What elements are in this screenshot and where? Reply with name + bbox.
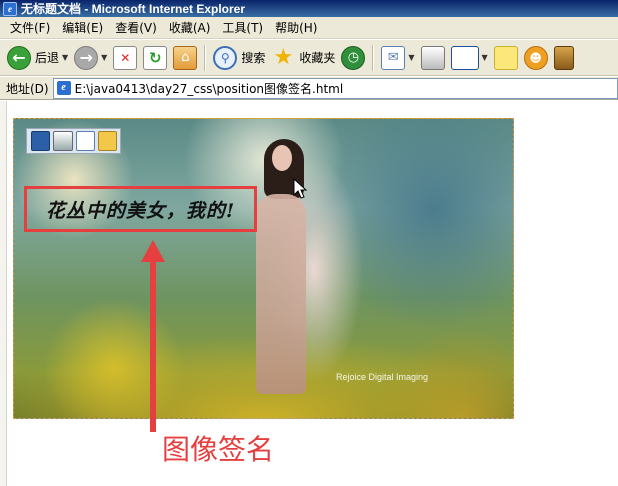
title-bar: e 无标题文档 - Microsoft Internet Explorer (0, 0, 618, 17)
discuss-button[interactable] (491, 43, 521, 73)
home-button[interactable]: ⌂ (170, 43, 200, 73)
menu-view[interactable]: 查看(V) (109, 19, 163, 37)
address-label: 地址(D) (6, 81, 49, 96)
forward-button[interactable]: → ▼ (71, 43, 110, 73)
menu-edit[interactable]: 编辑(E) (56, 19, 109, 37)
stop-icon: ✕ (113, 45, 138, 70)
photo-figure (256, 194, 306, 394)
ie-logo-icon: e (3, 1, 17, 16)
research-icon (553, 45, 574, 70)
note-icon (493, 45, 518, 70)
page-icon: e (56, 81, 71, 95)
back-label: 后退 (35, 51, 60, 65)
search-icon: ⚲ (213, 45, 238, 70)
save-image-icon[interactable] (31, 131, 51, 151)
photo-image: Rejoice Digital Imaging (13, 118, 514, 419)
research-button[interactable] (551, 43, 577, 73)
menu-favorites[interactable]: 收藏(A) (163, 19, 217, 37)
menu-tools[interactable]: 工具(T) (216, 19, 269, 37)
edit-button[interactable]: ▼ (448, 43, 491, 73)
menu-help[interactable]: 帮助(H) (269, 19, 323, 37)
address-url: E:\java0413\day27_css\position图像签名.html (74, 81, 344, 96)
refresh-button[interactable]: ↻ (140, 43, 170, 73)
messenger-icon: ☻ (523, 45, 548, 70)
image-toolbar (26, 128, 121, 154)
history-button[interactable]: ◷ (338, 43, 368, 73)
back-arrow-icon: ← (7, 45, 31, 70)
image-caption-box: 花丛中的美女，我的! (24, 186, 257, 232)
messenger-button[interactable]: ☻ (521, 43, 551, 73)
favorites-button[interactable]: ★ 收藏夹 (268, 43, 338, 73)
mail-dropdown-icon[interactable]: ▼ (408, 53, 414, 62)
annotation-arrow (141, 240, 165, 432)
favorites-label: 收藏夹 (299, 51, 336, 65)
address-input[interactable]: e E:\java0413\day27_css\position图像签名.htm… (52, 77, 618, 99)
history-icon: ◷ (341, 45, 366, 70)
star-icon: ★ (273, 45, 294, 70)
menu-bar: 文件(F) 编辑(E) 查看(V) 收藏(A) 工具(T) 帮助(H) (0, 17, 618, 39)
address-bar: 地址(D) e E:\java0413\day27_css\position图像… (0, 77, 618, 100)
mail-button[interactable]: ✉ ▼ (378, 43, 417, 73)
window-title: 无标题文档 - Microsoft Internet Explorer (21, 2, 246, 16)
search-button[interactable]: ⚲ 搜索 (210, 43, 268, 73)
forward-dropdown-icon[interactable]: ▼ (101, 53, 107, 62)
open-folder-icon[interactable] (97, 131, 117, 151)
search-label: 搜索 (241, 51, 266, 65)
photo-face (272, 145, 292, 171)
toolbar: ← 后退 ▼ → ▼ ✕ ↻ ⌂ ⚲ 搜索 ★ 收藏夹 ◷ ✉ ▼ ▼ ☻ (0, 40, 618, 76)
menu-file[interactable]: 文件(F) (4, 19, 56, 37)
toolbar-separator (204, 44, 207, 71)
page-left-edge (0, 101, 7, 486)
annotation-label: 图像签名 (162, 433, 275, 466)
refresh-icon: ↻ (143, 45, 168, 70)
printer-icon (420, 45, 445, 70)
photo-watermark: Rejoice Digital Imaging (336, 372, 429, 382)
home-icon: ⌂ (173, 45, 198, 70)
print-button[interactable] (418, 43, 448, 73)
email-image-icon[interactable] (75, 131, 95, 151)
edit-dropdown-icon[interactable]: ▼ (482, 53, 488, 62)
back-dropdown-icon[interactable]: ▼ (62, 53, 68, 62)
mouse-cursor-icon (293, 178, 308, 199)
stop-button[interactable]: ✕ (110, 43, 140, 73)
back-button[interactable]: ← 后退 ▼ (4, 43, 71, 73)
toolbar-separator (372, 44, 375, 71)
image-caption: 花丛中的美女，我的! (45, 199, 236, 222)
forward-arrow-icon: → (74, 45, 99, 70)
print-image-icon[interactable] (53, 131, 73, 151)
edit-page-icon (450, 45, 479, 70)
mail-icon: ✉ (381, 45, 406, 70)
